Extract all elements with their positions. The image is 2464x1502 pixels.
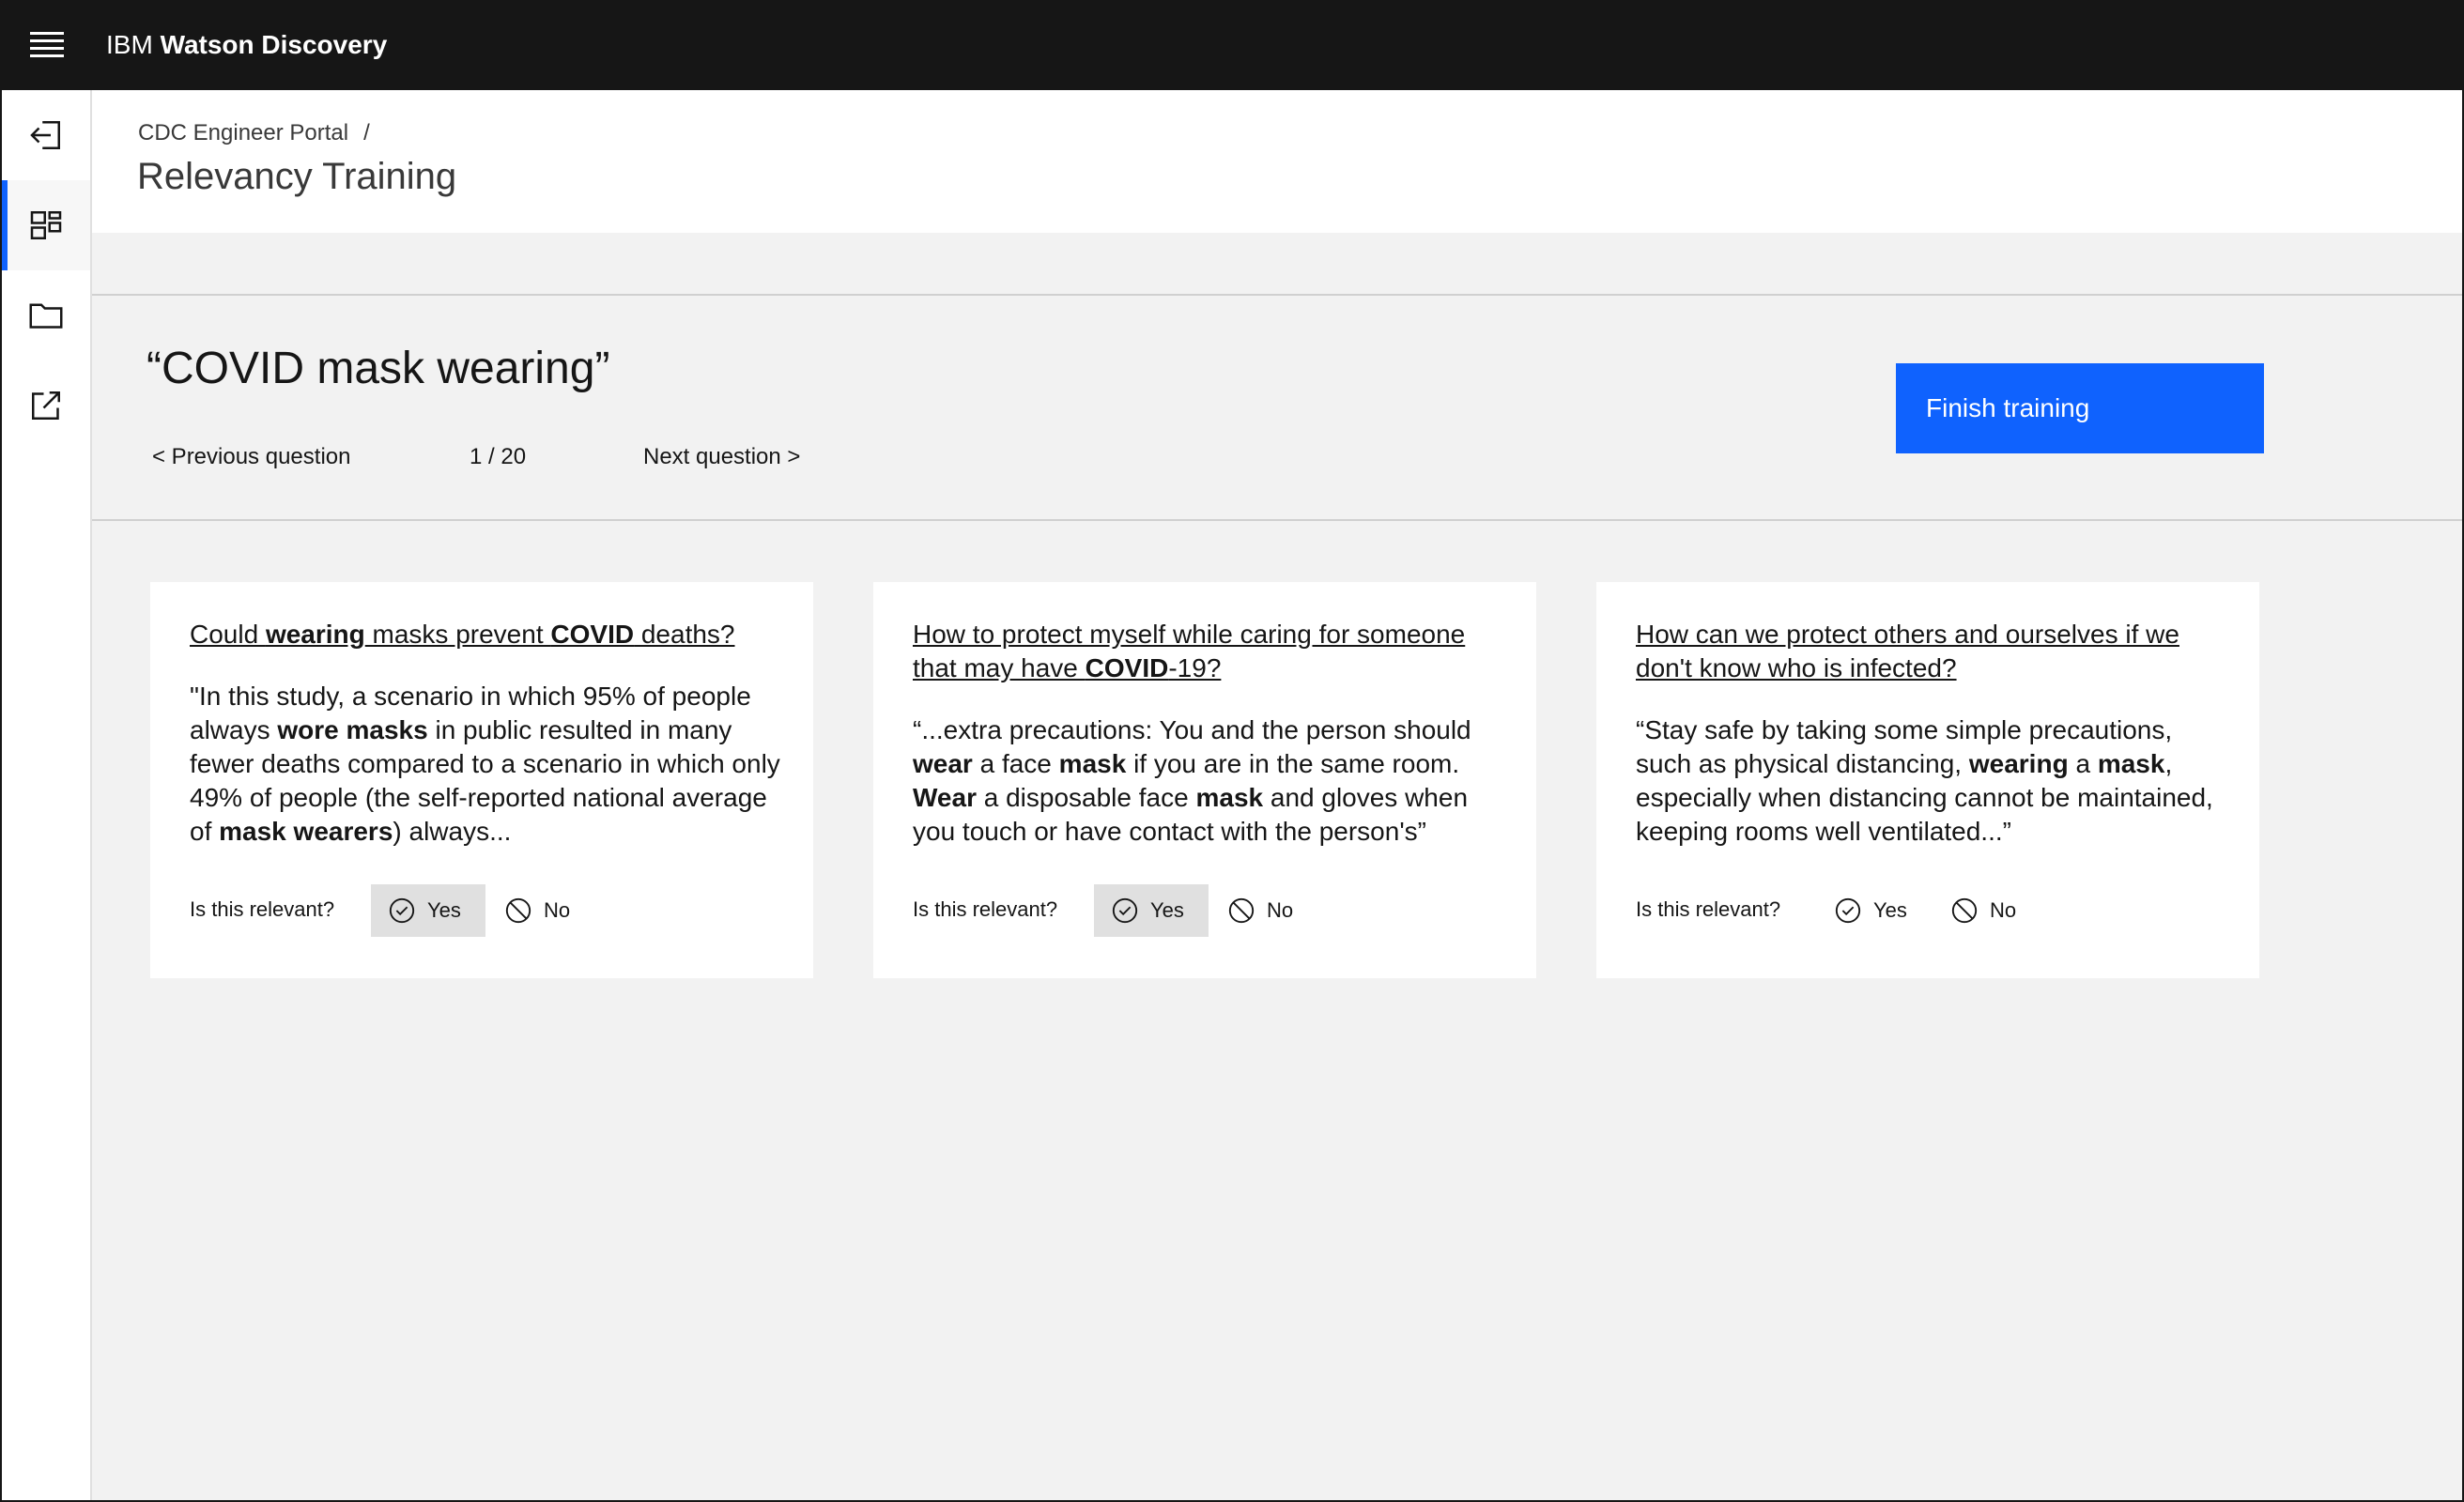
hamburger-menu-icon[interactable] xyxy=(30,32,64,60)
relevance-label: Is this relevant? xyxy=(190,897,335,921)
result-card: How can we protect others and ourselves … xyxy=(1596,582,2259,978)
checkmark-circle-icon xyxy=(389,897,415,924)
no-label: No xyxy=(1990,898,2017,922)
yes-button[interactable]: Yes xyxy=(1094,884,1209,937)
result-excerpt: "In this study, a scenario in which 95% … xyxy=(190,682,780,846)
prohibited-icon xyxy=(1228,897,1255,924)
yes-button[interactable]: Yes xyxy=(1817,884,1932,937)
page-header: CDC Engineer Portal / Relevancy Training xyxy=(92,90,2462,233)
result-card: Could wearing masks prevent COVID deaths… xyxy=(150,582,813,978)
no-label: No xyxy=(544,898,571,922)
no-button[interactable]: No xyxy=(1950,884,2016,937)
yes-label: Yes xyxy=(1873,898,1907,922)
finish-training-button[interactable]: Finish training xyxy=(1896,363,2264,453)
yes-button[interactable]: Yes xyxy=(371,884,485,937)
result-title-link[interactable]: How can we protect others and ourselves … xyxy=(1636,618,2227,685)
side-rail xyxy=(2,90,92,1500)
prohibited-icon xyxy=(1951,897,1978,924)
folder-icon xyxy=(29,303,63,329)
relevance-label: Is this relevant? xyxy=(913,897,1058,921)
rail-item-folder[interactable] xyxy=(2,270,90,360)
yes-label: Yes xyxy=(427,898,461,922)
result-title-link[interactable]: How to protect myself while caring for s… xyxy=(913,618,1504,685)
result-card: How to protect myself while caring for s… xyxy=(873,582,1536,978)
question-counter: 1 / 20 xyxy=(470,444,527,469)
next-question-link[interactable]: Next question > xyxy=(643,444,800,470)
checkmark-circle-icon xyxy=(1835,897,1861,924)
result-excerpt: “...extra precautions: You and the perso… xyxy=(913,715,1471,846)
app-frame: IBM Watson Discovery CDC Engineer Portal… xyxy=(0,0,2464,1502)
relevance-row: Is this relevant? Yes No xyxy=(190,884,791,937)
relevance-row: Is this relevant? Yes No xyxy=(913,884,1514,937)
yes-label: Yes xyxy=(1150,898,1184,922)
top-header: IBM Watson Discovery xyxy=(2,2,2462,90)
rail-item-exit[interactable] xyxy=(2,90,90,180)
training-query: “COVID mask wearing” xyxy=(146,344,610,393)
result-title-link[interactable]: Could wearing masks prevent COVID deaths… xyxy=(190,618,781,651)
no-button[interactable]: No xyxy=(1227,884,1293,937)
breadcrumb: CDC Engineer Portal / xyxy=(138,120,370,146)
exit-icon xyxy=(30,121,60,149)
rail-item-launch[interactable] xyxy=(2,360,90,451)
relevance-row: Is this relevant? Yes No xyxy=(1636,884,2237,937)
rail-item-dashboard[interactable] xyxy=(2,180,90,270)
prohibited-icon xyxy=(505,897,531,924)
page-title: Relevancy Training xyxy=(137,156,457,197)
launch-icon xyxy=(32,391,60,420)
question-bar: “COVID mask wearing” < Previous question… xyxy=(92,294,2462,521)
breadcrumb-link[interactable]: CDC Engineer Portal xyxy=(138,120,348,146)
no-button[interactable]: No xyxy=(504,884,570,937)
product-name[interactable]: IBM Watson Discovery xyxy=(106,28,387,62)
relevance-label: Is this relevant? xyxy=(1636,897,1781,921)
dashboard-icon xyxy=(30,211,62,239)
result-excerpt: “Stay safe by taking some simple precaut… xyxy=(1636,715,2213,846)
no-label: No xyxy=(1267,898,1294,922)
brand-name: Watson Discovery xyxy=(160,30,388,59)
checkmark-circle-icon xyxy=(1112,897,1138,924)
brand-prefix: IBM xyxy=(106,30,153,59)
breadcrumb-separator: / xyxy=(363,120,370,146)
previous-question-link[interactable]: < Previous question xyxy=(152,444,350,470)
